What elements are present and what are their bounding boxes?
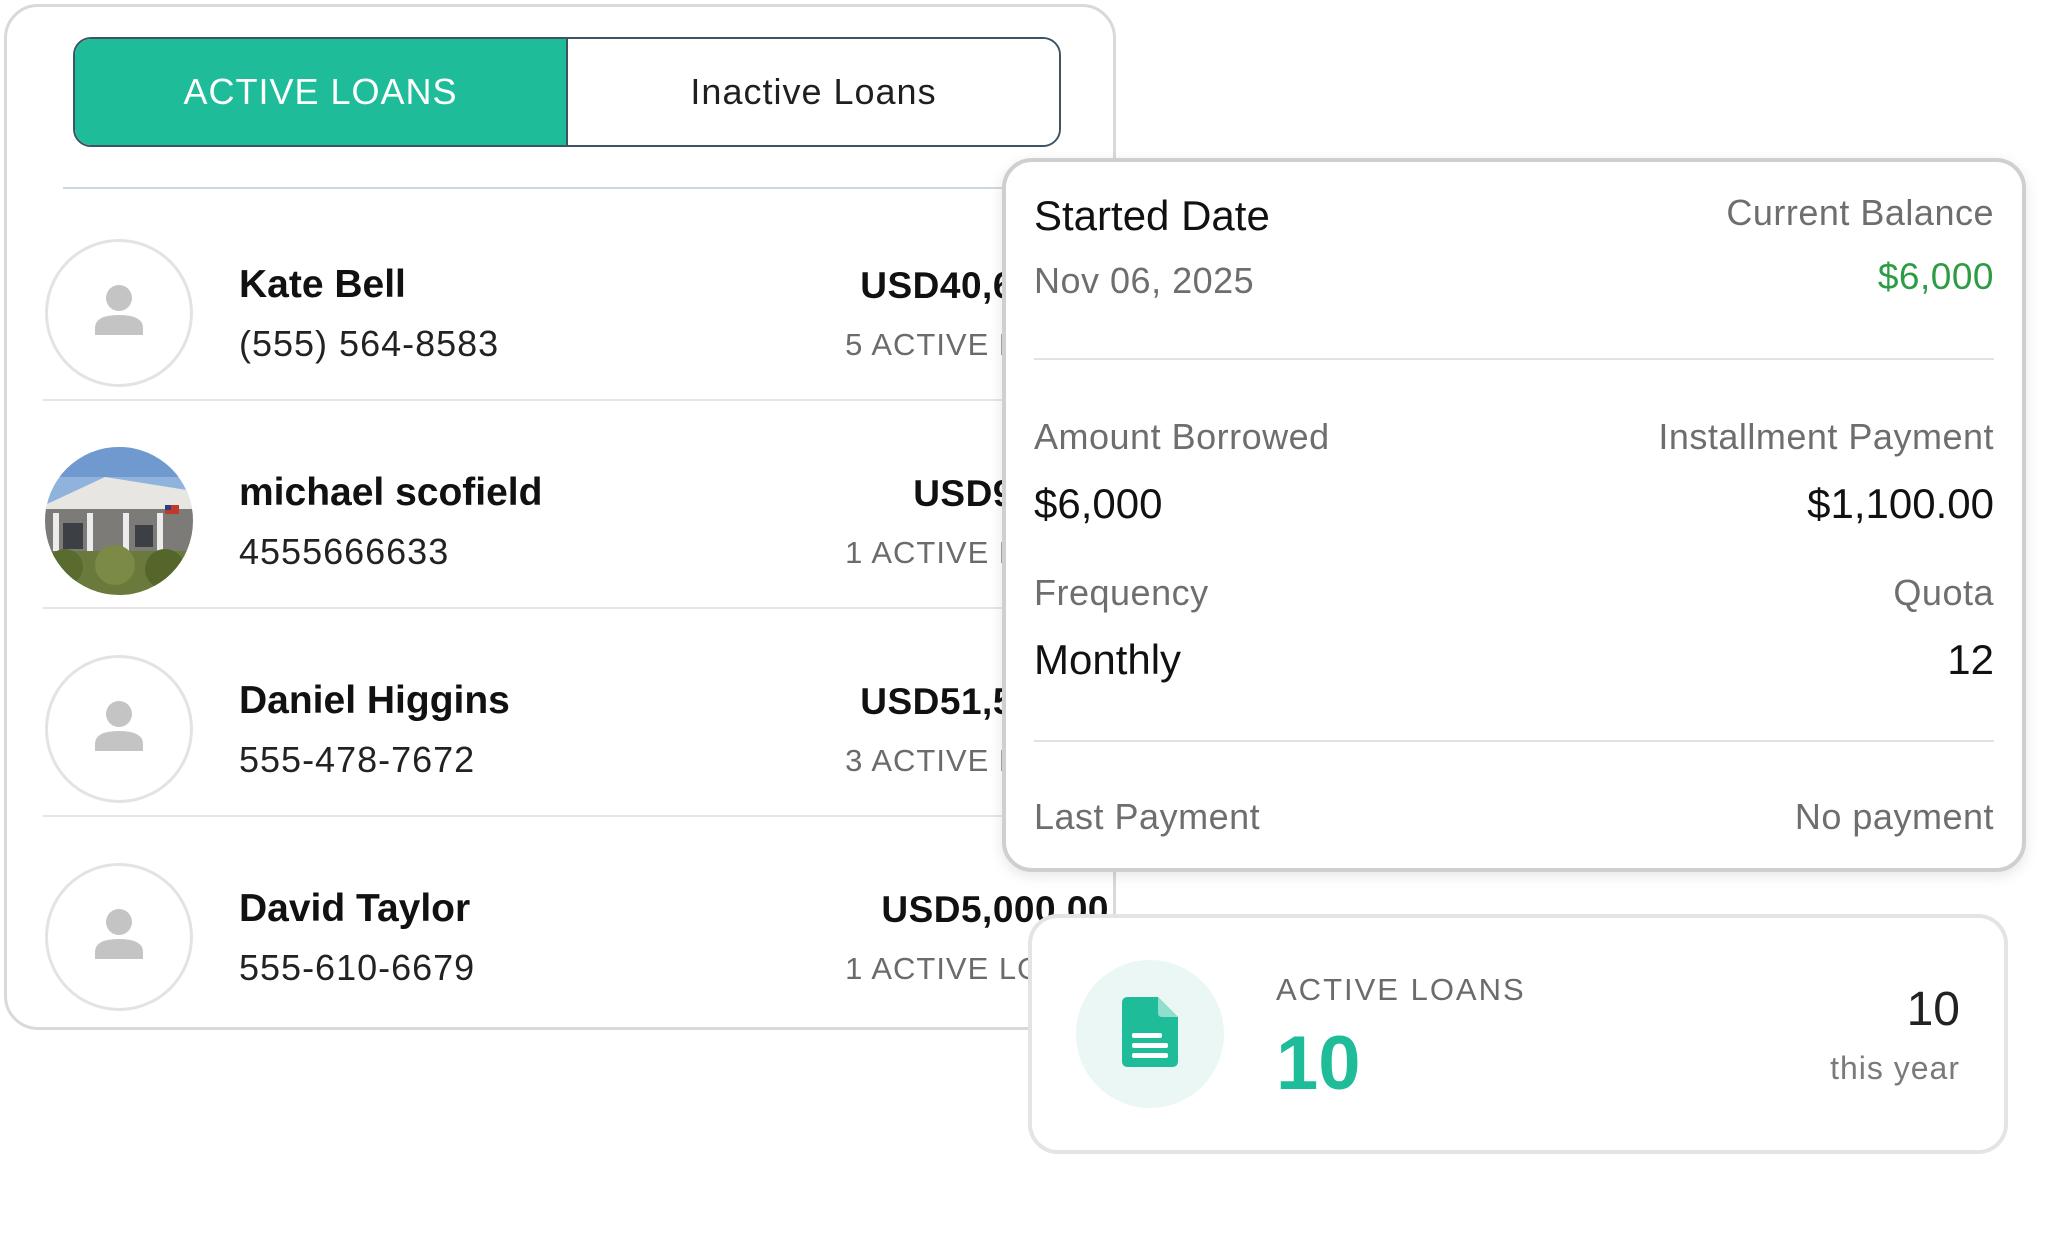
- started-date-label: Started Date: [1034, 192, 1270, 239]
- tab-inactive-loans[interactable]: Inactive Loans: [566, 39, 1059, 145]
- quota-label: Quota: [1893, 572, 1994, 613]
- borrower-row[interactable]: Daniel Higgins 555-478-7672 USD51,500.00…: [43, 609, 1113, 817]
- document-icon: [1122, 996, 1178, 1072]
- borrower-phone: 555-610-6679: [239, 947, 476, 988]
- amount-borrowed-label: Amount Borrowed: [1034, 416, 1330, 457]
- person-placeholder-icon: [45, 239, 193, 387]
- detail-divider: [1034, 740, 1994, 742]
- borrower-list: Kate Bell (555) 564-8583 USD40,649.00 5 …: [43, 193, 1113, 1023]
- frequency-label: Frequency: [1034, 572, 1209, 613]
- house-photo-avatar: [45, 447, 193, 595]
- stat-year-value: 10: [1906, 983, 1960, 1036]
- stat-icon-circle: [1076, 960, 1224, 1108]
- stat-year-caption: this year: [1830, 1050, 1960, 1086]
- borrower-name: Daniel Higgins: [239, 679, 510, 722]
- current-balance-label: Current Balance: [1726, 192, 1994, 233]
- frequency-value: Monthly: [1034, 636, 1182, 683]
- started-date-value: Nov 06, 2025: [1034, 260, 1255, 301]
- last-payment-value: No payment: [1794, 796, 1994, 837]
- borrower-phone: (555) 564-8583: [239, 323, 500, 364]
- quota-value: 12: [1947, 636, 1994, 683]
- loans-list-card: ACTIVE LOANS Inactive Loans Kate Bell (5…: [4, 4, 1116, 1030]
- loan-status-tabs: ACTIVE LOANS Inactive Loans: [73, 37, 1061, 147]
- borrower-name: David Taylor: [239, 887, 471, 930]
- last-payment-label: Last Payment: [1034, 796, 1261, 837]
- installment-payment-value: $1,100.00: [1807, 480, 1994, 527]
- amount-borrowed-value: $6,000: [1034, 480, 1163, 527]
- tab-active-loans[interactable]: ACTIVE LOANS: [75, 39, 566, 145]
- loan-detail-card: Started Date Nov 06, 2025 Current Balanc…: [1002, 158, 2026, 872]
- active-loans-stat-card: ACTIVE LOANS 10 10 this year: [1028, 914, 2008, 1154]
- borrower-phone: 555-478-7672: [239, 739, 476, 780]
- person-placeholder-icon: [45, 655, 193, 803]
- borrower-row[interactable]: David Taylor 555-610-6679 USD5,000.00 1 …: [43, 817, 1113, 1023]
- borrower-row[interactable]: michael scofield 4555666633 USD980.00 1 …: [43, 401, 1113, 609]
- current-balance-value: $6,000: [1877, 256, 1994, 297]
- detail-divider: [1034, 358, 1994, 360]
- tabs-divider: [63, 187, 1113, 189]
- stat-value: 10: [1276, 1021, 1361, 1106]
- borrower-name: Kate Bell: [239, 263, 406, 306]
- person-placeholder-icon: [45, 863, 193, 1011]
- stat-label: ACTIVE LOANS: [1276, 972, 1526, 1007]
- borrower-row[interactable]: Kate Bell (555) 564-8583 USD40,649.00 5 …: [43, 193, 1113, 401]
- installment-payment-label: Installment Payment: [1658, 416, 1994, 457]
- borrower-name: michael scofield: [239, 471, 543, 514]
- borrower-phone: 4555666633: [239, 531, 450, 572]
